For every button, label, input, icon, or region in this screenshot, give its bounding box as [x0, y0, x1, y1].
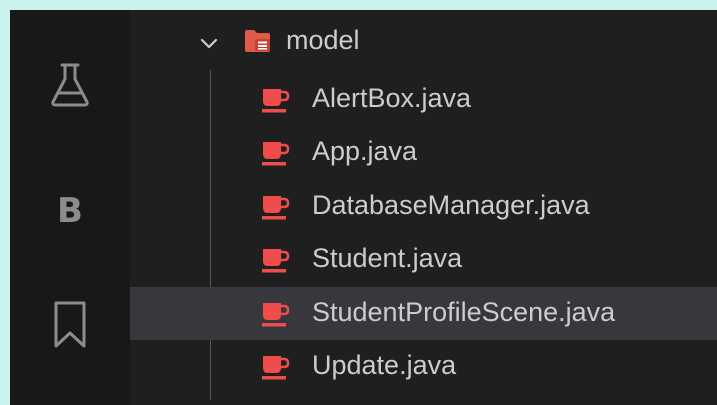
folder-label: model [286, 25, 360, 55]
file-label: AlertBox.java [312, 83, 472, 113]
file-label: DatabaseManager.java [312, 190, 590, 220]
b-letter-label: B [57, 191, 83, 231]
java-coffee-icon [262, 303, 290, 327]
file-label: StudentProfileScene.java [312, 297, 616, 327]
folder-row-model[interactable]: model [130, 18, 717, 71]
file-row-student[interactable]: Student.java [130, 233, 717, 286]
file-label: Update.java [312, 350, 457, 380]
bookmark-icon[interactable] [43, 298, 97, 352]
editor-window: B model AlertBox.java App.java DatabaseM… [10, 10, 717, 405]
chevron-down-icon[interactable] [198, 33, 220, 55]
flask-icon[interactable] [43, 58, 97, 112]
file-label: Student.java [312, 243, 463, 273]
file-label: App.java [312, 136, 418, 166]
java-coffee-icon [262, 249, 290, 273]
folder-open-icon [245, 30, 270, 52]
file-row-databasemanager[interactable]: DatabaseManager.java [130, 180, 717, 233]
file-explorer: model AlertBox.java App.java DatabaseMan… [130, 10, 717, 405]
file-row-update[interactable]: Update.java [130, 340, 717, 393]
java-coffee-icon [262, 142, 290, 166]
java-coffee-icon [262, 196, 290, 220]
b-letter-icon[interactable]: B [43, 184, 97, 238]
java-coffee-icon [262, 356, 290, 380]
activity-bar: B [10, 10, 130, 405]
file-row-alertbox[interactable]: AlertBox.java [130, 73, 717, 126]
file-row-app[interactable]: App.java [130, 126, 717, 179]
java-coffee-icon [262, 89, 290, 113]
file-row-studentprofilescene[interactable]: StudentProfileScene.java [130, 287, 717, 340]
